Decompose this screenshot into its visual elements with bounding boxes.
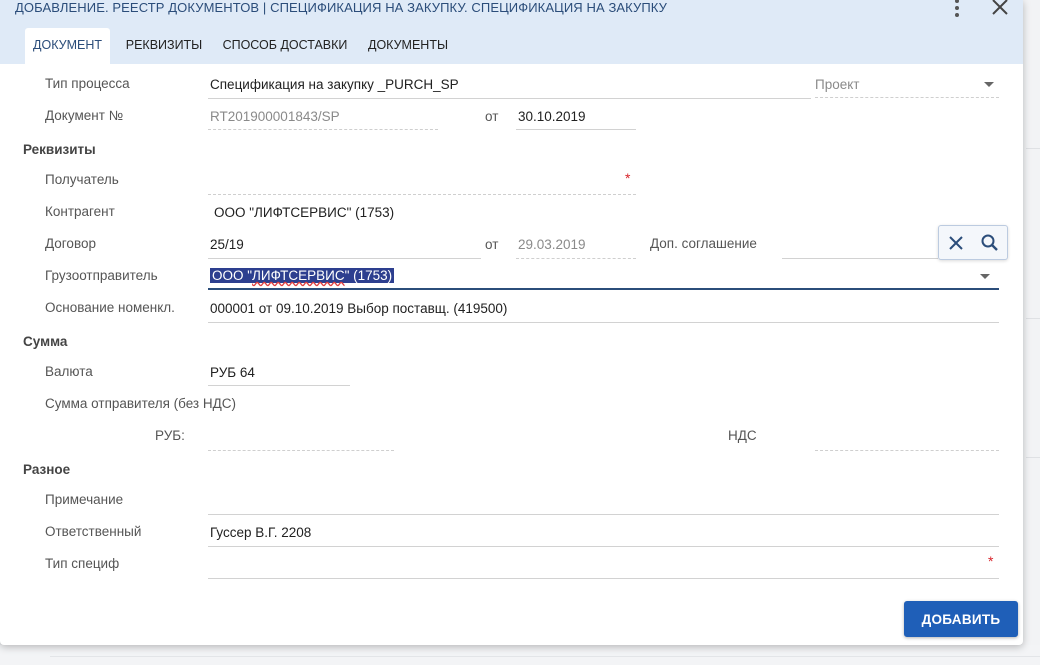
field-underline <box>208 129 438 130</box>
background-divider <box>50 656 1040 657</box>
sender-sum-currency-label: РУБ: <box>155 428 185 443</box>
currency-field[interactable]: РУБ 64 <box>210 365 255 380</box>
background-divider <box>1026 457 1040 458</box>
field-underline <box>782 258 938 259</box>
field-underline-focused <box>208 288 999 290</box>
field-underline <box>208 98 811 99</box>
field-underline <box>208 578 999 579</box>
document-date-from-label: от <box>485 109 499 124</box>
counterparty-field[interactable]: ООО "ЛИФТСЕРВИС" (1753) <box>214 205 394 220</box>
process-type-field[interactable]: Спецификация на закупку _PURCH_SP <box>210 77 459 92</box>
field-underline <box>815 97 999 98</box>
section-misc: Разное <box>23 462 71 477</box>
status-select[interactable]: Проект <box>815 77 859 92</box>
addendum-label: Доп. соглашение <box>650 236 757 251</box>
background-divider <box>1026 318 1040 319</box>
field-underline <box>208 322 999 323</box>
tab-document[interactable]: ДОКУМЕНТ <box>25 28 110 64</box>
contract-field[interactable]: 25/19 <box>210 237 244 252</box>
required-marker: * <box>625 170 631 186</box>
background-footer <box>0 645 1040 665</box>
note-label: Примечание <box>45 492 124 507</box>
field-underline <box>208 258 481 259</box>
search-icon[interactable] <box>980 233 1000 253</box>
section-sum: Сумма <box>23 334 68 349</box>
document-date-field[interactable]: 30.10.2019 <box>518 109 586 124</box>
nomenclature-basis-label: Основание номенкл. <box>45 300 175 315</box>
field-underline <box>208 546 999 547</box>
shipper-word: ЛИФТСЕРВИС <box>252 268 345 283</box>
field-underline <box>516 258 636 259</box>
chevron-down-icon[interactable] <box>980 274 990 279</box>
shipper-label: Грузоотправитель <box>45 268 158 283</box>
currency-label: Валюта <box>45 364 93 379</box>
background-panel <box>1022 0 1040 665</box>
document-number-field: RT201900001843/SP <box>210 109 340 124</box>
more-options-icon[interactable] <box>950 0 964 18</box>
contract-date-from-label: от <box>485 237 499 252</box>
chevron-down-icon[interactable] <box>984 82 994 87</box>
field-underline <box>208 514 999 515</box>
field-underline <box>208 450 394 451</box>
clear-icon[interactable] <box>947 234 965 252</box>
section-requisites: Реквизиты <box>23 142 96 157</box>
responsible-field[interactable]: Гуссер В.Г. 2208 <box>210 525 311 540</box>
field-underline <box>516 129 636 130</box>
shipper-suffix: " (1753) <box>344 268 393 283</box>
required-marker: * <box>988 553 994 569</box>
nomenclature-basis-field[interactable]: 000001 от 09.10.2019 Выбор поставщ. (419… <box>210 301 507 316</box>
background-divider <box>1026 148 1040 149</box>
vat-label: НДС <box>728 428 757 443</box>
add-button[interactable]: ДОБАВИТЬ <box>904 601 1018 637</box>
close-icon[interactable] <box>990 0 1010 18</box>
contract-label: Договор <box>45 236 96 251</box>
field-underline <box>208 194 636 195</box>
tab-delivery-method[interactable]: СПОСОБ ДОСТАВКИ <box>218 28 352 64</box>
field-underline <box>815 450 999 451</box>
field-underline <box>208 385 350 386</box>
shipper-prefix: ООО " <box>212 268 253 283</box>
selected-text: ООО "ЛИФТСЕРВИС" (1753) <box>210 268 395 283</box>
dialog-header: ДОБАВЛЕНИЕ. РЕЕСТР ДОКУМЕНТОВ | СПЕЦИФИК… <box>0 0 1023 64</box>
responsible-label: Ответственный <box>45 524 142 539</box>
sender-sum-label: Сумма отправителя (без НДС) <box>45 396 236 411</box>
spec-type-label: Тип специф <box>45 556 120 571</box>
contract-date-field: 29.03.2019 <box>518 237 586 252</box>
document-number-label: Документ № <box>45 108 124 123</box>
process-type-label: Тип процесса <box>45 76 130 91</box>
tab-requisites[interactable]: РЕКВИЗИТЫ <box>118 28 210 64</box>
tab-documents[interactable]: ДОКУМЕНТЫ <box>360 28 456 64</box>
dialog-title: ДОБАВЛЕНИЕ. РЕЕСТР ДОКУМЕНТОВ | СПЕЦИФИК… <box>15 0 667 15</box>
add-document-dialog: ДОБАВЛЕНИЕ. РЕЕСТР ДОКУМЕНТОВ | СПЕЦИФИК… <box>0 0 1023 645</box>
recipient-label: Получатель <box>45 172 119 187</box>
counterparty-label: Контрагент <box>45 204 115 219</box>
lookup-actions <box>938 225 1008 260</box>
shipper-field[interactable]: ООО "ЛИФТСЕРВИС" (1753) <box>210 268 395 283</box>
